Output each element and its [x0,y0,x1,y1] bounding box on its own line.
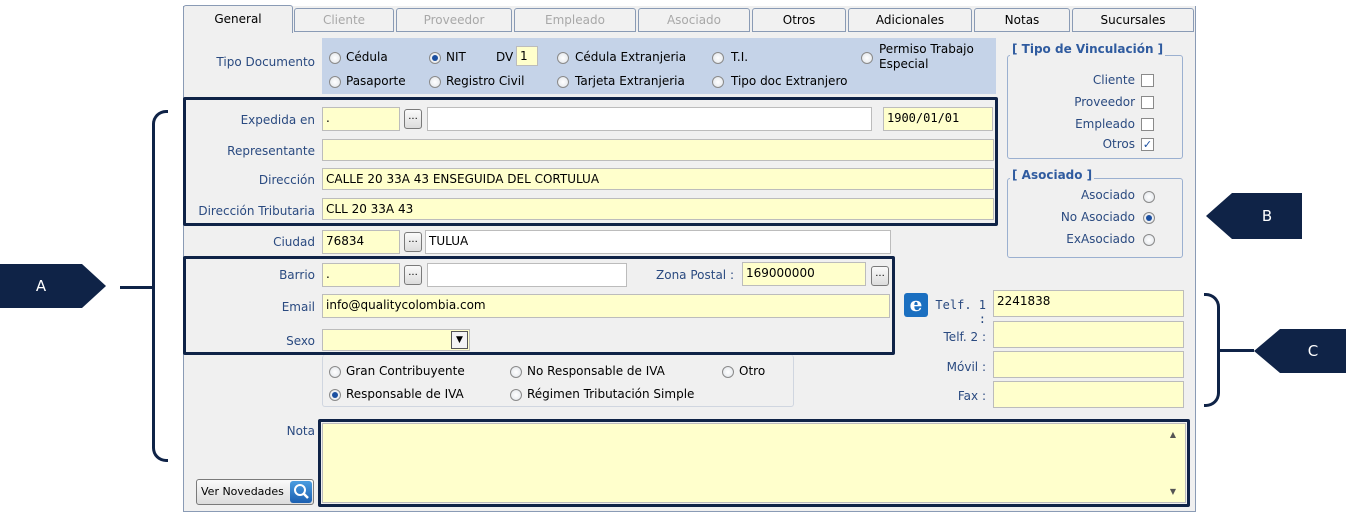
vinc-otros-label: Otros [1102,137,1135,151]
ti-label: T.I. [731,50,749,64]
highlight-box-address [183,97,998,226]
vinc-cliente-label: Cliente [1092,73,1135,87]
callout-b-arrow [1206,193,1232,239]
radio-no-responsable-iva[interactable] [510,366,522,378]
gran-contribuyente-label: Gran Contribuyente [346,364,465,378]
radio-no-asociado[interactable] [1143,212,1155,224]
callout-c-connector [1220,349,1254,352]
radio-responsable-iva[interactable] [329,389,341,401]
fax-input[interactable] [993,381,1184,408]
radio-pasaporte[interactable] [329,76,341,88]
callout-a: A [0,264,82,308]
ver-novedades-label: Ver Novedades [201,485,284,498]
tab-asociado[interactable]: Asociado [638,8,750,32]
ciudad-code-input[interactable]: 76834 [322,230,400,254]
radio-exasociado[interactable] [1143,234,1155,246]
movil-label: Móvil : [946,360,986,374]
ver-novedades-button[interactable]: Ver Novedades [196,479,314,505]
telf2-label: Telf. 2 : [943,330,986,344]
pasaporte-label: Pasaporte [346,74,406,88]
ciudad-browse-button[interactable]: ... [404,232,422,252]
tab-sucursales[interactable]: Sucursales [1072,8,1194,32]
radio-registro-civil[interactable] [429,76,441,88]
tab-cliente[interactable]: Cliente [294,8,394,32]
ciudad-name-input[interactable]: TULUA [425,230,891,254]
callout-c-arrow [1254,329,1280,373]
radio-cedula-extranjeria[interactable] [557,52,569,64]
bracket-c [1204,293,1220,407]
vinc-empleado-label: Empleado [1075,117,1135,131]
radio-tipo-doc-extranjero[interactable] [712,76,724,88]
callout-a-connector [120,286,154,289]
tab-otros[interactable]: Otros [752,8,846,32]
radio-asociado[interactable] [1143,191,1155,203]
otro-label: Otro [739,364,766,378]
fax-label: Fax : [957,389,986,403]
permiso-label-2: Especial [879,57,929,71]
nit-label: NIT [446,50,466,64]
tab-empleado[interactable]: Empleado [514,8,636,32]
telf1-input[interactable]: 2241838 [993,290,1184,317]
vinc-cliente-checkbox[interactable] [1141,74,1154,87]
tipo-documento-label: Tipo Documento [216,55,315,69]
radio-otro[interactable] [722,366,734,378]
radio-nit[interactable] [429,52,441,64]
registro-civil-label: Registro Civil [446,74,525,88]
tab-proveedor[interactable]: Proveedor [396,8,512,32]
callout-c: C [1280,329,1346,373]
no-responsable-iva-label: No Responsable de IVA [527,364,665,378]
exasociado-label: ExAsociado [1066,232,1135,246]
radio-tarjeta-extranjeria[interactable] [557,76,569,88]
telf1-label: Telf. 1 : [935,298,986,326]
dv-label: DV [496,50,514,64]
vinc-otros-checkbox[interactable]: ✓ [1141,138,1154,151]
radio-permiso-trabajo[interactable] [861,52,873,64]
highlight-box-contact [183,256,895,355]
tab-adicionales[interactable]: Adicionales [848,8,972,32]
vinc-proveedor-label: Proveedor [1074,95,1135,109]
nota-label: Nota [286,424,315,438]
radio-gran-contribuyente[interactable] [329,366,341,378]
search-icon [290,481,312,503]
radio-regimen-simple[interactable] [510,389,522,401]
vinc-empleado-checkbox[interactable] [1141,118,1154,131]
telf2-input[interactable] [993,321,1184,348]
radio-cedula[interactable] [329,52,341,64]
regimen-simple-label: Régimen Tributación Simple [527,387,695,401]
tarjeta-extranjeria-label: Tarjeta Extranjeria [575,74,685,88]
movil-input[interactable] [993,351,1184,378]
asociado-label: Asociado [1080,188,1135,202]
radio-ti[interactable] [712,52,724,64]
cedula-extranjeria-label: Cédula Extranjeria [575,50,687,64]
dv-input[interactable]: 1 [516,46,538,66]
tab-general[interactable]: General [183,5,293,33]
vinculacion-title: [ Tipo de Vinculación ] [1010,42,1166,56]
permiso-label-1: Permiso Trabajo [879,42,974,56]
asociado-title: [ Asociado ] [1010,168,1095,182]
email-send-icon[interactable]: e [904,293,928,317]
vinc-proveedor-checkbox[interactable] [1141,96,1154,109]
responsable-iva-label: Responsable de IVA [346,387,464,401]
highlight-box-nota [318,419,1190,507]
cedula-label: Cédula [346,50,388,64]
tipo-doc-extranjero-label: Tipo doc Extranjero [731,74,848,88]
no-asociado-label: No Asociado [1060,210,1135,224]
tab-notas[interactable]: Notas [974,8,1070,32]
ciudad-label: Ciudad [273,235,315,249]
callout-a-arrow [82,264,106,308]
bracket-a [152,110,168,462]
callout-b: B [1232,193,1302,239]
